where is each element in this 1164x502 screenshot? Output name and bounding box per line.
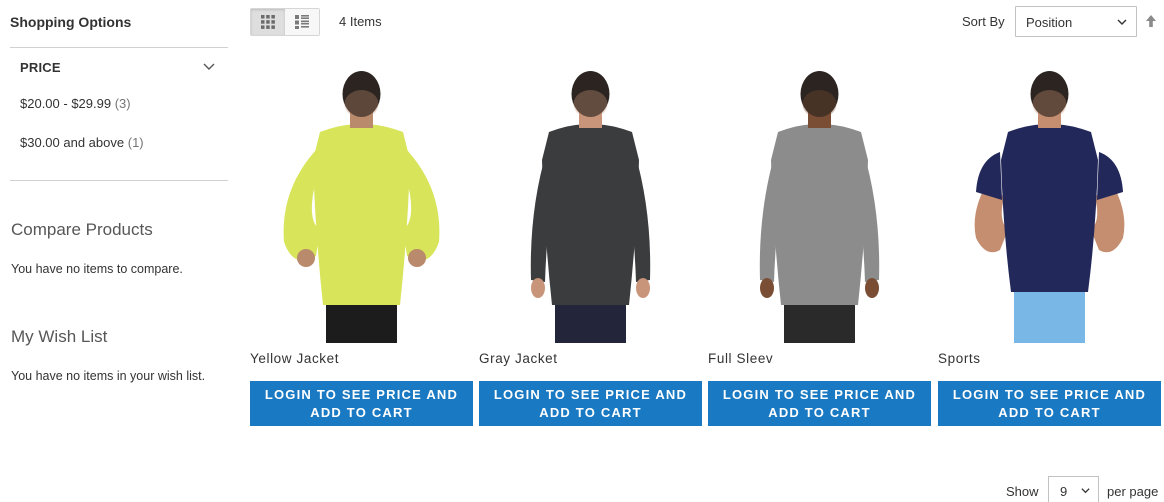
grid-view-button[interactable] [251,9,285,35]
filter-option-30-above[interactable]: $30.00 and above (1) [20,135,144,150]
grid-icon [261,15,275,29]
compare-products-empty-text: You have no items to compare. [11,262,183,276]
limiter-value: 9 [1060,484,1068,499]
sort-by-select[interactable]: Position [1015,6,1137,37]
limiter-select[interactable]: 9 [1048,476,1099,502]
chevron-down-icon [1081,488,1090,494]
filter-option-count: (1) [127,135,144,150]
shopping-options-title: Shopping Options [10,14,132,30]
login-to-see-price-button[interactable]: LOGIN TO SEE PRICE AND ADD TO CART [938,381,1161,426]
list-icon [295,15,309,29]
divider [10,47,228,48]
product-name-link[interactable]: Full Sleev [708,351,773,366]
filter-option-label: $20.00 - $29.99 [20,96,112,111]
divider [10,180,228,181]
chevron-down-icon [1117,19,1127,25]
product-item: Full Sleev LOGIN TO SEE PRICE AND ADD TO… [708,60,931,426]
limiter-per-page-label: per page [1107,484,1159,499]
compare-products-title: Compare Products [11,220,153,239]
chevron-down-icon [203,63,215,70]
wish-list-title: My Wish List [11,327,108,346]
wish-list-empty-text: You have no items in your wish list. [11,369,206,383]
product-name-link[interactable]: Yellow Jacket [250,351,339,366]
filter-price-label: PRICE [20,60,61,75]
product-item: Gray Jacket LOGIN TO SEE PRICE AND ADD T… [479,60,702,426]
filter-option-20-29[interactable]: $20.00 - $29.99 (3) [20,96,131,111]
filter-option-count: (3) [114,96,131,111]
product-name-link[interactable]: Gray Jacket [479,351,558,366]
sort-by-value: Position [1026,15,1073,30]
sort-by-label: Sort By [962,14,1005,29]
product-image[interactable] [479,60,702,343]
filter-price-header[interactable]: PRICE [10,58,228,78]
product-image[interactable] [708,60,931,343]
login-to-see-price-button[interactable]: LOGIN TO SEE PRICE AND ADD TO CART [250,381,473,426]
product-name-link[interactable]: Sports [938,351,981,366]
product-item: Sports LOGIN TO SEE PRICE AND ADD TO CAR… [938,60,1161,426]
list-view-button[interactable] [285,9,319,35]
login-to-see-price-button[interactable]: LOGIN TO SEE PRICE AND ADD TO CART [479,381,702,426]
product-item: Yellow Jacket LOGIN TO SEE PRICE AND ADD… [250,60,473,426]
toolbar-item-count: 4 Items [339,14,382,29]
product-image[interactable] [938,60,1161,343]
filter-option-label: $30.00 and above [20,135,125,150]
product-image[interactable] [250,60,473,343]
login-to-see-price-button[interactable]: LOGIN TO SEE PRICE AND ADD TO CART [708,381,931,426]
limiter-show-label: Show [1006,484,1039,499]
sort-direction-arrow-up-icon[interactable] [1145,14,1157,28]
view-mode-switcher [250,8,320,36]
